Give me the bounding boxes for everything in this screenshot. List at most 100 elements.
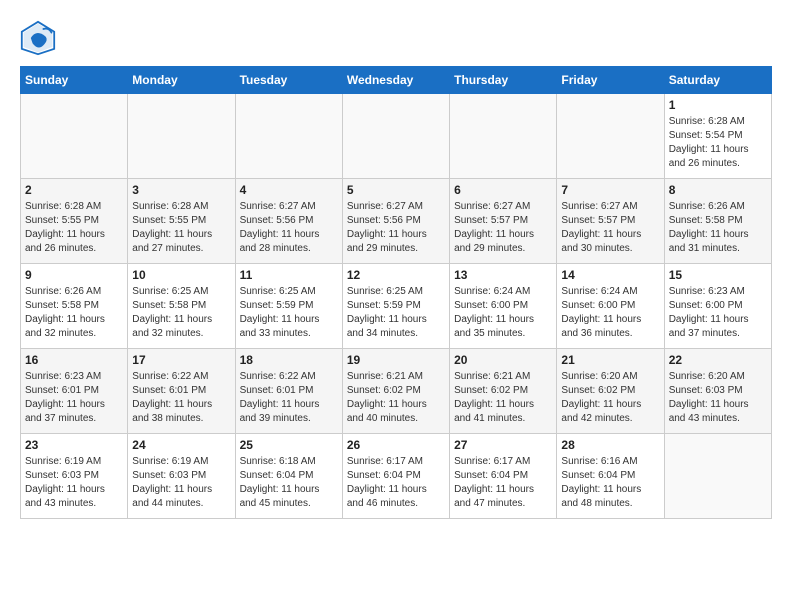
day-info: Sunrise: 6:21 AM Sunset: 6:02 PM Dayligh… [454, 370, 552, 426]
day-info: Sunrise: 6:17 AM Sunset: 6:04 PM Dayligh… [454, 455, 552, 511]
day-number: 27 [454, 438, 552, 452]
calendar-day-cell [450, 94, 557, 179]
day-info: Sunrise: 6:20 AM Sunset: 6:03 PM Dayligh… [669, 370, 767, 426]
calendar-day-cell: 5 Sunrise: 6:27 AM Sunset: 5:56 PM Daylig… [342, 179, 449, 264]
calendar-day-cell: 15 Sunrise: 6:23 AM Sunset: 6:00 PM Dayli… [664, 264, 771, 349]
day-info: Sunrise: 6:28 AM Sunset: 5:54 PM Dayligh… [669, 115, 767, 171]
day-number: 14 [561, 268, 659, 282]
calendar-day-cell: 13 Sunrise: 6:24 AM Sunset: 6:00 PM Dayli… [450, 264, 557, 349]
day-number: 16 [25, 353, 123, 367]
day-info: Sunrise: 6:24 AM Sunset: 6:00 PM Dayligh… [561, 285, 659, 341]
calendar-day-cell [128, 94, 235, 179]
day-info: Sunrise: 6:21 AM Sunset: 6:02 PM Dayligh… [347, 370, 445, 426]
day-number: 24 [132, 438, 230, 452]
calendar-day-cell: 22 Sunrise: 6:20 AM Sunset: 6:03 PM Dayli… [664, 349, 771, 434]
calendar-day-cell: 2 Sunrise: 6:28 AM Sunset: 5:55 PM Daylig… [21, 179, 128, 264]
day-number: 22 [669, 353, 767, 367]
day-info: Sunrise: 6:27 AM Sunset: 5:57 PM Dayligh… [454, 200, 552, 256]
day-number: 17 [132, 353, 230, 367]
day-info: Sunrise: 6:27 AM Sunset: 5:57 PM Dayligh… [561, 200, 659, 256]
day-info: Sunrise: 6:28 AM Sunset: 5:55 PM Dayligh… [132, 200, 230, 256]
calendar-day-cell: 26Sunrise: 6:17 AM Sunset: 6:04 PM Dayli… [342, 434, 449, 519]
calendar-day-cell: 8 Sunrise: 6:26 AM Sunset: 5:58 PM Daylig… [664, 179, 771, 264]
logo [20, 20, 62, 56]
calendar-header-row: SundayMondayTuesdayWednesdayThursdayFrid… [21, 67, 772, 94]
calendar-day-cell: 24 Sunrise: 6:19 AM Sunset: 6:03 PM Dayli… [128, 434, 235, 519]
calendar-day-cell: 16 Sunrise: 6:23 AM Sunset: 6:01 PM Dayli… [21, 349, 128, 434]
calendar-day-header: Friday [557, 67, 664, 94]
calendar-day-cell: 1Sunrise: 6:28 AM Sunset: 5:54 PM Daylig… [664, 94, 771, 179]
calendar-day-cell: 7 Sunrise: 6:27 AM Sunset: 5:57 PM Daylig… [557, 179, 664, 264]
calendar-day-header: Saturday [664, 67, 771, 94]
day-info: Sunrise: 6:25 AM Sunset: 5:59 PM Dayligh… [240, 285, 338, 341]
day-info: Sunrise: 6:22 AM Sunset: 6:01 PM Dayligh… [132, 370, 230, 426]
day-info: Sunrise: 6:23 AM Sunset: 6:00 PM Dayligh… [669, 285, 767, 341]
day-info: Sunrise: 6:26 AM Sunset: 5:58 PM Dayligh… [669, 200, 767, 256]
day-number: 2 [25, 183, 123, 197]
day-info: Sunrise: 6:20 AM Sunset: 6:02 PM Dayligh… [561, 370, 659, 426]
calendar-week-row: 9 Sunrise: 6:26 AM Sunset: 5:58 PM Daylig… [21, 264, 772, 349]
calendar-day-cell: 28 Sunrise: 6:16 AM Sunset: 6:04 PM Dayli… [557, 434, 664, 519]
logo-icon [20, 20, 56, 56]
calendar-day-header: Wednesday [342, 67, 449, 94]
day-number: 15 [669, 268, 767, 282]
day-number: 18 [240, 353, 338, 367]
day-info: Sunrise: 6:22 AM Sunset: 6:01 PM Dayligh… [240, 370, 338, 426]
day-info: Sunrise: 6:18 AM Sunset: 6:04 PM Dayligh… [240, 455, 338, 511]
calendar-day-cell: 4 Sunrise: 6:27 AM Sunset: 5:56 PM Daylig… [235, 179, 342, 264]
calendar-day-cell: 17 Sunrise: 6:22 AM Sunset: 6:01 PM Dayli… [128, 349, 235, 434]
day-info: Sunrise: 6:19 AM Sunset: 6:03 PM Dayligh… [25, 455, 123, 511]
day-info: Sunrise: 6:27 AM Sunset: 5:56 PM Dayligh… [240, 200, 338, 256]
day-info: Sunrise: 6:23 AM Sunset: 6:01 PM Dayligh… [25, 370, 123, 426]
calendar-day-header: Sunday [21, 67, 128, 94]
calendar-day-cell: 23Sunrise: 6:19 AM Sunset: 6:03 PM Dayli… [21, 434, 128, 519]
day-number: 8 [669, 183, 767, 197]
calendar-day-cell: 6 Sunrise: 6:27 AM Sunset: 5:57 PM Daylig… [450, 179, 557, 264]
day-number: 25 [240, 438, 338, 452]
day-info: Sunrise: 6:25 AM Sunset: 5:59 PM Dayligh… [347, 285, 445, 341]
day-number: 5 [347, 183, 445, 197]
calendar-week-row: 2 Sunrise: 6:28 AM Sunset: 5:55 PM Daylig… [21, 179, 772, 264]
day-info: Sunrise: 6:28 AM Sunset: 5:55 PM Dayligh… [25, 200, 123, 256]
calendar-day-cell [21, 94, 128, 179]
calendar-day-cell: 27 Sunrise: 6:17 AM Sunset: 6:04 PM Dayli… [450, 434, 557, 519]
calendar-table: SundayMondayTuesdayWednesdayThursdayFrid… [20, 66, 772, 519]
calendar-day-cell: 20 Sunrise: 6:21 AM Sunset: 6:02 PM Dayli… [450, 349, 557, 434]
calendar-week-row: 23Sunrise: 6:19 AM Sunset: 6:03 PM Dayli… [21, 434, 772, 519]
calendar-week-row: 1Sunrise: 6:28 AM Sunset: 5:54 PM Daylig… [21, 94, 772, 179]
calendar-day-cell [557, 94, 664, 179]
calendar-day-cell: 9 Sunrise: 6:26 AM Sunset: 5:58 PM Daylig… [21, 264, 128, 349]
calendar-day-cell: 10 Sunrise: 6:25 AM Sunset: 5:58 PM Dayli… [128, 264, 235, 349]
calendar-day-cell [664, 434, 771, 519]
calendar-day-cell: 19 Sunrise: 6:21 AM Sunset: 6:02 PM Dayli… [342, 349, 449, 434]
day-number: 20 [454, 353, 552, 367]
page-header [20, 20, 772, 56]
calendar-day-cell: 14 Sunrise: 6:24 AM Sunset: 6:00 PM Dayli… [557, 264, 664, 349]
calendar-day-cell: 21Sunrise: 6:20 AM Sunset: 6:02 PM Dayli… [557, 349, 664, 434]
day-number: 12 [347, 268, 445, 282]
day-number: 10 [132, 268, 230, 282]
day-info: Sunrise: 6:19 AM Sunset: 6:03 PM Dayligh… [132, 455, 230, 511]
day-number: 28 [561, 438, 659, 452]
day-info: Sunrise: 6:16 AM Sunset: 6:04 PM Dayligh… [561, 455, 659, 511]
calendar-week-row: 16 Sunrise: 6:23 AM Sunset: 6:01 PM Dayli… [21, 349, 772, 434]
day-number: 6 [454, 183, 552, 197]
day-info: Sunrise: 6:27 AM Sunset: 5:56 PM Dayligh… [347, 200, 445, 256]
day-number: 9 [25, 268, 123, 282]
day-number: 7 [561, 183, 659, 197]
calendar-day-cell [342, 94, 449, 179]
calendar-day-cell [235, 94, 342, 179]
day-number: 26 [347, 438, 445, 452]
calendar-day-cell: 25 Sunrise: 6:18 AM Sunset: 6:04 PM Dayli… [235, 434, 342, 519]
day-number: 13 [454, 268, 552, 282]
day-number: 3 [132, 183, 230, 197]
day-number: 11 [240, 268, 338, 282]
day-info: Sunrise: 6:25 AM Sunset: 5:58 PM Dayligh… [132, 285, 230, 341]
calendar-day-header: Thursday [450, 67, 557, 94]
calendar-day-cell: 11 Sunrise: 6:25 AM Sunset: 5:59 PM Dayli… [235, 264, 342, 349]
day-info: Sunrise: 6:24 AM Sunset: 6:00 PM Dayligh… [454, 285, 552, 341]
day-number: 4 [240, 183, 338, 197]
day-info: Sunrise: 6:26 AM Sunset: 5:58 PM Dayligh… [25, 285, 123, 341]
calendar-day-header: Monday [128, 67, 235, 94]
day-number: 19 [347, 353, 445, 367]
